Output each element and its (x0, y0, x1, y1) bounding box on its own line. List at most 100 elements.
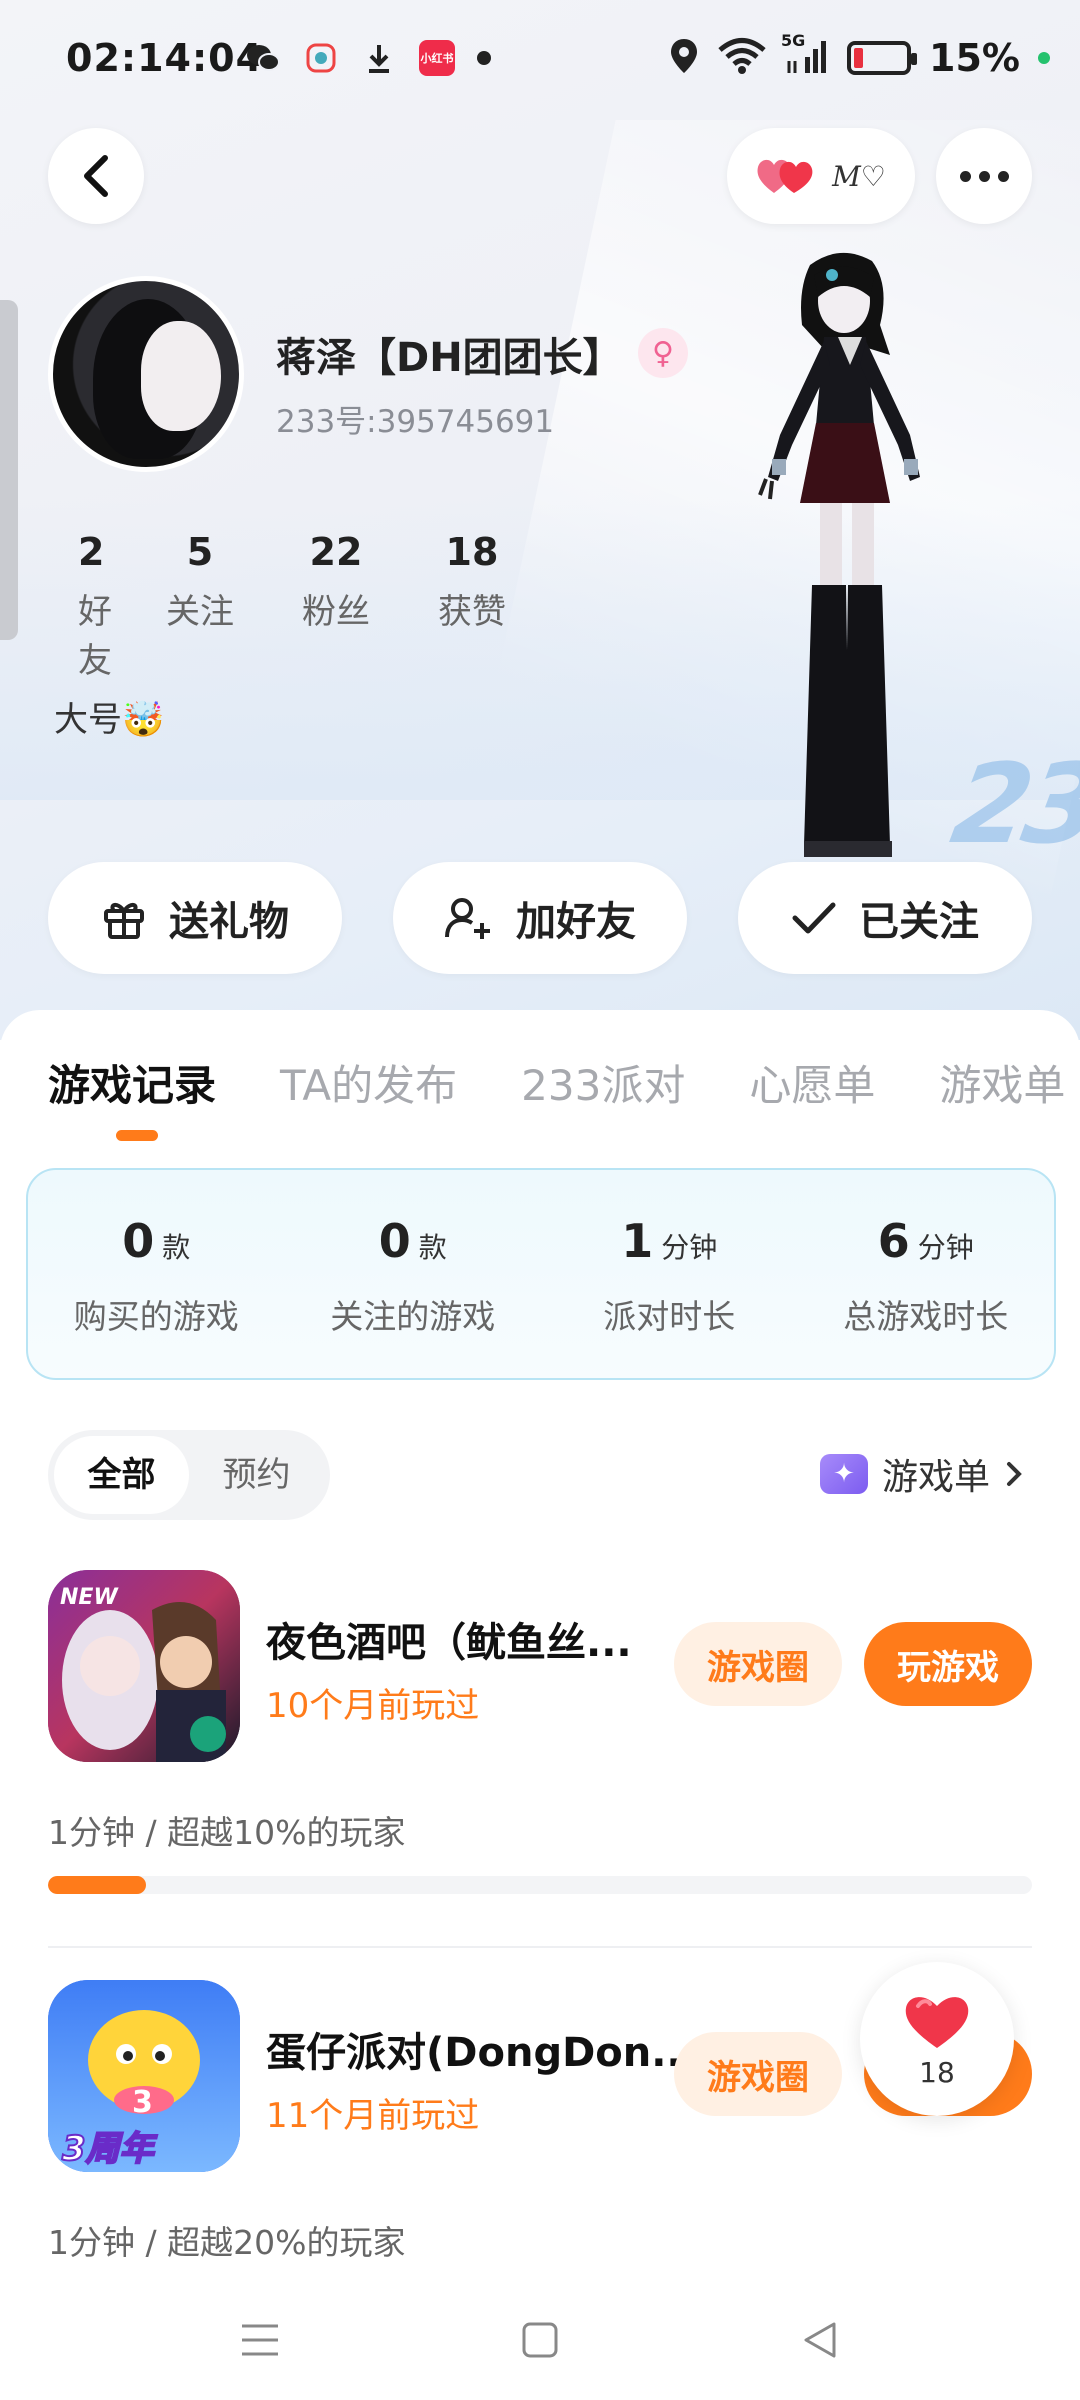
game-record-item[interactable]: NEW 夜色酒吧（鱿鱼丝... 10个月前玩过 游戏圈 玩游戏 1分钟 / 超越… (48, 1570, 1032, 1910)
square-icon (522, 2322, 558, 2358)
add-user-icon (445, 898, 490, 939)
avatar-3d-character[interactable] (740, 245, 970, 865)
system-nav-bar (0, 2280, 1080, 2400)
signature-text: M♡ (832, 159, 886, 193)
battery-icon (847, 41, 918, 75)
recent-apps-button[interactable] (120, 2322, 400, 2358)
chevron-left-icon (84, 155, 108, 197)
user-id[interactable]: 233号:395745691 (276, 396, 554, 441)
stat-value: 18 (445, 530, 499, 574)
game-icon-eggy-party[interactable]: 3 3周年 (48, 1980, 240, 2172)
filter-reserve[interactable]: 预约 (189, 1436, 324, 1514)
avatar[interactable] (48, 276, 244, 472)
filter-all[interactable]: 全部 (54, 1436, 189, 1514)
tab-game-list[interactable]: 游戏单 (939, 1052, 1065, 1113)
summary-value: 0 (122, 1214, 155, 1268)
check-icon (792, 902, 836, 934)
game-list-label: 游戏单 (881, 1457, 990, 1498)
edge-swipe-handle[interactable] (0, 300, 18, 640)
wifi-icon (717, 37, 767, 79)
stat-following[interactable]: 5 关注 (132, 530, 268, 682)
like-count: 18 (919, 2055, 955, 2089)
summary-followed[interactable]: 0款 关注的游戏 (285, 1170, 542, 1378)
summary-unit: 款 (418, 1231, 447, 1264)
gift-icon (104, 903, 144, 939)
send-gift-button[interactable]: 送礼物 (48, 862, 342, 974)
game-circle-button[interactable]: 游戏圈 (674, 2032, 842, 2116)
game-playtime-stat: 1分钟 / 超越10%的玩家 (48, 1813, 406, 1852)
stat-label: 粉丝 (302, 592, 370, 632)
status-time: 02:14:04 (66, 36, 264, 80)
game-list-link[interactable]: ✦ 游戏单 (819, 1448, 1024, 1500)
active-tab-indicator (116, 1130, 158, 1141)
profile-name: 蒋泽【DH团团长】 (276, 335, 623, 381)
back-button[interactable] (48, 128, 144, 224)
stat-value: 22 (309, 530, 363, 574)
add-friend-button[interactable]: 加好友 (393, 862, 687, 974)
chevron-right-icon (1007, 1462, 1022, 1486)
profile-bio: 大号🤯 (54, 700, 165, 740)
double-heart-icon (757, 159, 813, 193)
heart-icon (905, 1996, 969, 2048)
floating-like-button[interactable]: 18 (860, 1962, 1014, 2116)
summary-unit: 分钟 (917, 1231, 974, 1264)
playtime-progress-bar (48, 1876, 1032, 1894)
menu-lines-icon (242, 2324, 278, 2356)
stat-label: 关注 (166, 592, 234, 632)
more-notifications-dot-icon (477, 51, 491, 65)
following-button[interactable]: 已关注 (738, 862, 1032, 974)
filter-segmented-control: 全部 预约 (48, 1430, 330, 1520)
content-sheet: 游戏记录 TA的发布 233派对 心愿单 游戏单 0款 购买的游戏 0款 关注的… (0, 1010, 1080, 2400)
send-gift-label: 送礼物 (169, 899, 289, 945)
xiaohongshu-icon: 小红书 (419, 40, 455, 76)
game-last-played: 10个月前玩过 (266, 1686, 480, 1726)
profile-tabs: 游戏记录 TA的发布 233派对 心愿单 游戏单 (48, 1052, 1065, 1113)
notification-icons: 小红书 (245, 40, 491, 76)
stat-label: 获赞 (438, 592, 506, 632)
summary-unit: 款 (162, 1231, 191, 1264)
anniversary-badge-text: 3周年 (62, 2129, 158, 2169)
charging-dot-icon (1038, 52, 1050, 64)
stat-likes[interactable]: 18 获赞 (404, 530, 540, 682)
stat-friends[interactable]: 2 好友 (48, 530, 132, 682)
progress-fill (48, 1876, 147, 1894)
game-circle-button[interactable]: 游戏圈 (674, 1622, 842, 1706)
tab-233-party[interactable]: 233派对 (521, 1052, 685, 1113)
game-icon-nightbar[interactable]: NEW (48, 1570, 240, 1762)
summary-party-time[interactable]: 1 分钟 派对时长 (541, 1170, 798, 1378)
wechat-icon (245, 40, 281, 76)
stat-value: 2 (78, 530, 105, 574)
summary-label: 购买的游戏 (73, 1297, 239, 1336)
game-title: 蛋仔派对(DongDon... (266, 2030, 697, 2076)
game-icon-number: 3 (132, 2085, 153, 2120)
tab-game-records[interactable]: 游戏记录 (48, 1052, 216, 1113)
stat-label: 好友 (78, 592, 112, 681)
app-notification-icon (303, 40, 339, 76)
more-options-button[interactable] (936, 128, 1032, 224)
couple-badge-button[interactable]: M♡ (727, 128, 915, 224)
home-button[interactable] (400, 2321, 680, 2359)
summary-purchased[interactable]: 0款 购买的游戏 (28, 1170, 285, 1378)
system-status-icons: 5G 15% (669, 31, 1050, 80)
female-gender-icon: ♀ (638, 328, 688, 378)
more-dots-icon (959, 170, 1009, 182)
back-nav-button[interactable] (680, 2320, 960, 2360)
summary-label: 派对时长 (603, 1297, 736, 1336)
tab-wishlist[interactable]: 心愿单 (749, 1052, 875, 1113)
add-friend-label: 加好友 (516, 899, 636, 945)
following-label: 已关注 (859, 899, 979, 945)
status-bar: 02:14:04 小红书 5G 15% (0, 0, 1080, 120)
game-playtime-stat: 1分钟 / 超越20%的玩家 (48, 2223, 406, 2262)
play-game-button[interactable]: 玩游戏 (864, 1622, 1032, 1706)
profile-stats: 2 好友 5 关注 22 粉丝 18 获赞 (48, 530, 540, 682)
tab-posts[interactable]: TA的发布 (280, 1052, 457, 1113)
stat-fans[interactable]: 22 粉丝 (268, 530, 404, 682)
stat-value: 5 (186, 530, 214, 574)
summary-value: 6 (877, 1214, 910, 1268)
network-type: 5G (781, 31, 806, 50)
summary-total-time[interactable]: 6 分钟 总游戏时长 (798, 1170, 1055, 1378)
summary-unit: 分钟 (661, 1231, 718, 1264)
triangle-back-icon (804, 2322, 836, 2358)
new-badge-text: NEW (60, 1585, 119, 1610)
cellular-signal-icon: 5G (781, 31, 829, 79)
